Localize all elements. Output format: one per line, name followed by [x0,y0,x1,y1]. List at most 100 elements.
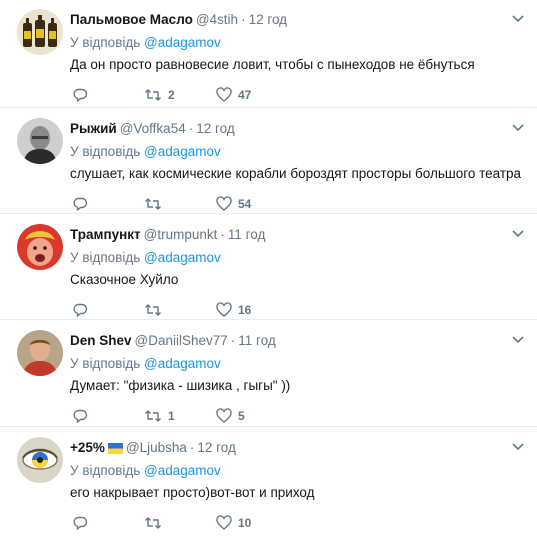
ukraine-flag-icon [107,443,123,454]
retweet-button[interactable] [144,301,168,319]
avatar[interactable] [17,224,63,270]
reply-prefix: У відповідь [70,144,141,159]
separator-dot: · [220,227,225,242]
tweet[interactable]: Den Shev @DaniilShev77 · 11 год У відповідь… [0,321,537,427]
tweet-text: Сказочное Хуйло [70,272,179,287]
timestamp[interactable]: 12 год [197,440,235,455]
mention-link[interactable]: @adagamov [144,144,221,159]
reply-context: У відповідь @adagamov [70,250,221,265]
tweet-header: Den Shev @DaniilShev77 · 11 год [70,332,276,350]
timestamp[interactable]: 12 год [249,12,287,27]
avatar[interactable] [17,330,63,376]
chevron-down-icon[interactable] [511,14,525,24]
retweet-button[interactable] [144,195,168,213]
display-name[interactable]: Den Shev [70,333,132,348]
reply-icon [73,197,88,211]
separator-dot: · [241,12,246,27]
tweet[interactable]: +25% @Ljubsha · 12 год У відповідь @adagamo… [0,428,537,537]
display-name[interactable]: Пальмовое Масло [70,12,193,27]
like-button[interactable]: 10 [216,514,251,532]
like-count: 10 [238,516,252,530]
reply-context: У відповідь @adagamov [70,463,221,478]
timestamp[interactable]: 12 год [196,121,234,136]
timestamp[interactable]: 11 год [238,333,275,348]
timestamp[interactable]: 11 год [228,227,265,242]
user-handle[interactable]: @4stih [196,12,238,27]
like-button[interactable]: 16 [216,301,251,319]
reply-prefix: У відповідь [70,356,141,371]
avatar[interactable] [17,437,63,483]
avatar[interactable] [17,9,63,55]
reply-context: У відповідь @adagamov [70,356,221,371]
retweet-icon [145,517,161,529]
reply-context: У відповідь @adagamov [70,144,221,159]
reply-icon [73,88,88,102]
reply-feed: Пальмовое Масло @4stih · 12 год У відповідь… [0,0,537,537]
reply-button[interactable] [72,301,88,319]
tweet[interactable]: Трампункт @trumpunkt · 11 год У відповідь @… [0,215,537,320]
like-count: 54 [238,197,252,211]
tweet-header: +25% @Ljubsha · 12 год [70,439,236,457]
reply-button[interactable] [72,407,88,425]
separator-dot: · [230,333,236,348]
retweet-icon [145,304,161,316]
reply-icon [73,516,88,530]
tweet[interactable]: Рыжий @Voffka54 · 12 год У відповідь @adaga… [0,109,537,214]
separator-dot: · [189,440,195,455]
display-name[interactable]: +25% [70,440,105,455]
user-handle[interactable]: @trumpunkt [144,227,218,242]
mention-link[interactable]: @adagamov [144,463,221,478]
reply-icon [73,409,88,423]
like-count: 5 [238,409,245,423]
avatar-image [17,437,63,483]
reply-context: У відповідь @adagamov [70,35,221,50]
tweet-header: Рыжий @Voffka54 · 12 год [70,120,235,138]
mention-link[interactable]: @adagamov [144,35,221,50]
chevron-down-icon[interactable] [511,123,525,133]
avatar-image [17,224,63,270]
chevron-down-icon[interactable] [511,229,525,239]
like-count: 47 [238,88,252,102]
reply-icon [73,303,88,317]
avatar-image [17,9,63,55]
tweet[interactable]: Пальмовое Масло @4stih · 12 год У відповідь… [0,0,537,108]
tweet-text: слушает, как космические корабли бороздя… [70,166,522,181]
avatar-image [17,330,63,376]
like-button[interactable]: 47 [216,86,251,104]
reply-button[interactable] [72,514,88,532]
retweet-icon [145,89,161,101]
user-handle[interactable]: @Ljubsha [126,440,187,455]
user-handle[interactable]: @Voffka54 [120,121,186,136]
chevron-down-icon[interactable] [511,442,525,452]
chevron-down-icon[interactable] [511,335,525,345]
heart-icon [216,408,232,423]
like-count: 16 [238,303,252,317]
reply-button[interactable] [72,86,88,104]
reply-prefix: У відповідь [70,463,141,478]
retweet-button[interactable]: 2 [144,86,175,104]
retweet-button[interactable] [144,514,168,532]
tweet-header: Трампункт @trumpunkt · 11 год [70,226,265,244]
mention-link[interactable]: @adagamov [144,356,221,371]
retweet-count: 1 [168,409,175,423]
user-handle[interactable]: @DaniilShev77 [135,333,228,348]
reply-button[interactable] [72,195,88,213]
display-name[interactable]: Рыжий [70,121,117,136]
display-name[interactable]: Трампункт [70,227,141,242]
retweet-icon [145,410,161,422]
reply-prefix: У відповідь [70,35,141,50]
avatar[interactable] [17,118,63,164]
like-button[interactable]: 5 [216,407,245,425]
heart-icon [216,87,232,102]
reply-prefix: У відповідь [70,250,141,265]
retweet-count: 2 [168,88,175,102]
tweet-text: его накрывает просто)вот-вот и приход [70,485,315,500]
tweet-text: Думает: "физика - шизика , гыгы" )) [70,378,291,393]
avatar-image [17,118,63,164]
like-button[interactable]: 54 [216,195,251,213]
heart-icon [216,515,232,530]
heart-icon [216,196,232,211]
separator-dot: · [188,121,194,136]
mention-link[interactable]: @adagamov [144,250,221,265]
retweet-button[interactable]: 1 [144,407,175,425]
